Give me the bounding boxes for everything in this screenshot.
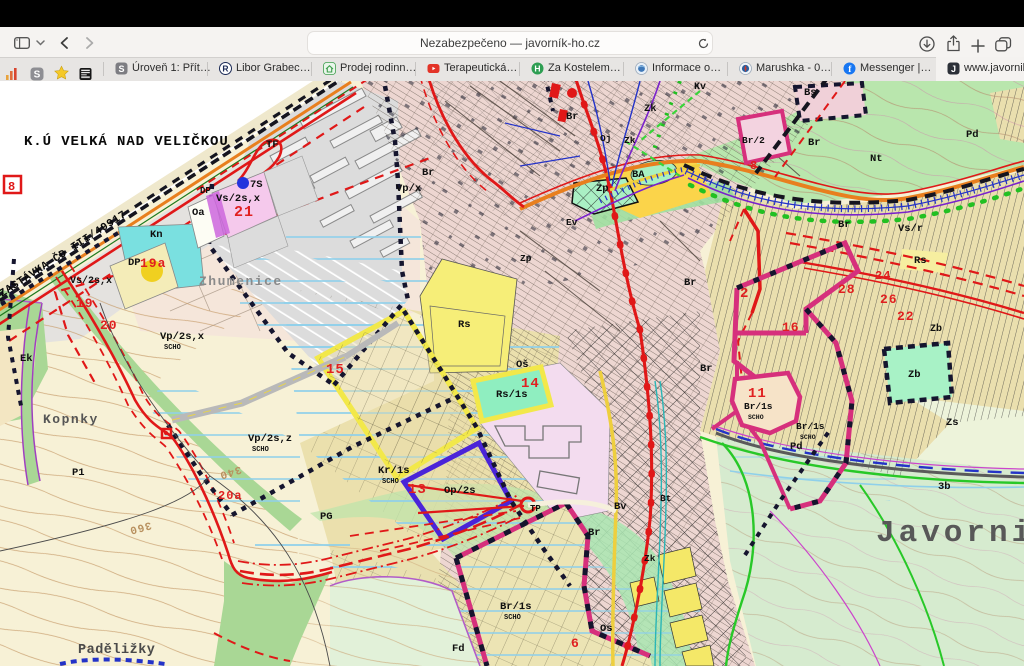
svg-text:28: 28	[838, 282, 856, 297]
svg-text:Br: Br	[700, 363, 713, 375]
svg-text:Nt: Nt	[870, 153, 883, 165]
svg-text:SCHO: SCHO	[252, 446, 269, 454]
svg-text:Zb: Zb	[930, 323, 942, 335]
svg-text:Vs/2s,x: Vs/2s,x	[216, 193, 261, 205]
svg-text:DP: DP	[200, 186, 211, 196]
svg-text:Rs: Rs	[458, 319, 471, 331]
svg-text:2: 2	[740, 286, 749, 302]
svg-text:Br: Br	[838, 219, 851, 231]
svg-text:Br/1s: Br/1s	[744, 401, 773, 412]
svg-text:8: 8	[8, 180, 15, 194]
svg-text:21: 21	[234, 204, 254, 221]
svg-text:SCHO: SCHO	[504, 614, 521, 622]
svg-text:Zk: Zk	[644, 553, 656, 564]
svg-text:Br: Br	[684, 277, 697, 289]
svg-text:19a: 19a	[140, 256, 166, 271]
svg-text:TF: TF	[266, 139, 279, 151]
svg-text:Pd: Pd	[790, 441, 803, 453]
svg-text:11: 11	[748, 386, 767, 402]
svg-text:Vp/x: Vp/x	[396, 183, 422, 195]
svg-text:S: S	[34, 69, 41, 80]
svg-text:Javorni: Javorni	[876, 516, 1024, 551]
svg-text:Zs: Zs	[946, 417, 959, 429]
svg-text:8: 8	[750, 159, 758, 173]
svg-text:Oa: Oa	[192, 207, 205, 219]
svg-text:13: 13	[408, 482, 427, 498]
svg-text:Op/2s: Op/2s	[444, 485, 476, 497]
svg-text:S: S	[118, 64, 124, 74]
svg-text:Kopnky: Kopnky	[43, 412, 99, 427]
svg-text:Vp/2s,z: Vp/2s,z	[248, 433, 292, 445]
svg-text:K.Ú VELKÁ NAD VELIČKOU: K.Ú VELKÁ NAD VELIČKOU	[24, 132, 229, 150]
svg-text:Os: Os	[600, 623, 613, 635]
svg-text:Pd: Pd	[966, 129, 979, 141]
svg-text:Kr/1s: Kr/1s	[378, 465, 410, 477]
svg-text:TP: TP	[530, 504, 541, 514]
svg-text:Vp/2s,x: Vp/2s,x	[160, 331, 205, 343]
svg-text:Zhumenice: Zhumenice	[199, 274, 283, 289]
svg-text:3b: 3b	[938, 481, 951, 493]
svg-text:Oš: Oš	[516, 359, 529, 371]
svg-text:Ev: Ev	[566, 217, 578, 228]
svg-text:BA: BA	[632, 169, 645, 181]
svg-text:Vs/2s,x: Vs/2s,x	[70, 275, 112, 287]
svg-text:Oj: Oj	[600, 133, 611, 144]
svg-text:Kv: Kv	[694, 82, 706, 93]
svg-text:6: 6	[571, 636, 580, 651]
svg-text:SCHO: SCHO	[748, 414, 764, 421]
svg-text:Br: Br	[588, 527, 601, 539]
svg-text:Bt: Bt	[660, 493, 671, 504]
svg-text:H: H	[534, 64, 540, 74]
svg-text:20a: 20a	[218, 489, 243, 503]
svg-text:Br: Br	[422, 167, 435, 179]
svg-text:Br: Br	[808, 137, 821, 149]
svg-text:SCHO: SCHO	[382, 478, 399, 486]
svg-text:Br: Br	[566, 111, 579, 123]
svg-text:Fd: Fd	[452, 643, 465, 655]
svg-text:P1: P1	[72, 467, 85, 479]
svg-text:Zp: Zp	[596, 183, 609, 195]
svg-text:7S: 7S	[250, 179, 263, 191]
svg-text:Ek: Ek	[20, 353, 33, 365]
svg-text:DP: DP	[128, 257, 141, 269]
svg-text:26: 26	[880, 292, 898, 307]
svg-text:20: 20	[100, 318, 118, 333]
svg-text:16: 16	[782, 320, 800, 335]
svg-text:SCHO: SCHO	[800, 434, 816, 441]
svg-text:Paděližky: Paděližky	[78, 643, 155, 658]
svg-text:Br/1s: Br/1s	[796, 421, 825, 432]
svg-text:19: 19	[76, 296, 94, 311]
svg-text:PG: PG	[320, 511, 333, 523]
svg-text:Zk: Zk	[644, 103, 657, 115]
svg-text:Zp: Zp	[520, 253, 532, 264]
svg-text:SCHO: SCHO	[164, 344, 181, 352]
svg-text:R: R	[222, 64, 228, 74]
svg-text:J: J	[951, 64, 956, 74]
svg-text:Rs: Rs	[914, 255, 927, 267]
svg-text:Zk: Zk	[624, 135, 636, 146]
svg-text:Zb: Zb	[908, 369, 921, 381]
svg-text:Bs: Bs	[804, 87, 817, 99]
svg-text:15: 15	[326, 362, 345, 378]
svg-text:Vs/r: Vs/r	[898, 223, 923, 235]
svg-text:22: 22	[897, 309, 915, 324]
svg-text:24: 24	[875, 269, 891, 283]
svg-text:Br/2: Br/2	[742, 135, 765, 146]
svg-text:Bv: Bv	[614, 501, 627, 513]
svg-text:Rs/1s: Rs/1s	[496, 389, 528, 401]
svg-text:Br/1s: Br/1s	[500, 601, 532, 613]
svg-text:Kn: Kn	[150, 229, 163, 241]
